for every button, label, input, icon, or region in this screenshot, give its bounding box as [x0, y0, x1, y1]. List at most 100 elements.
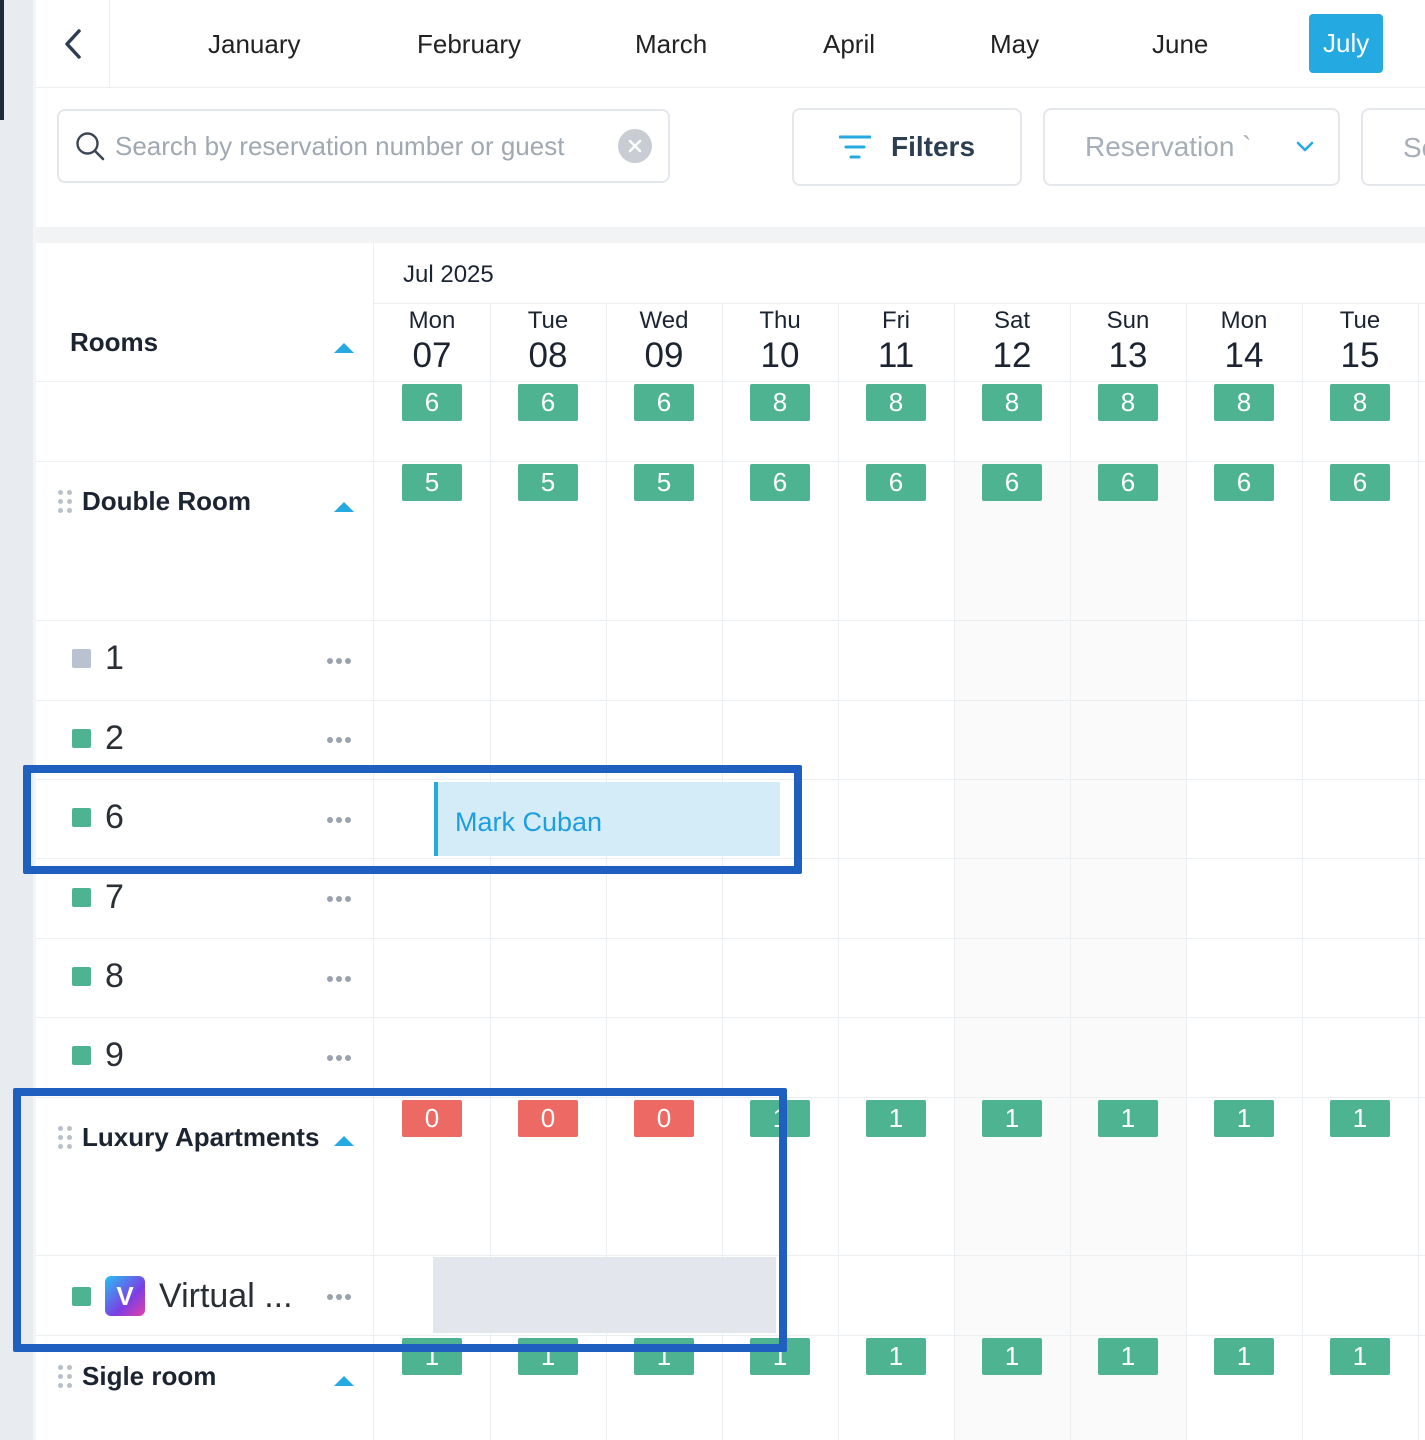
collapse-all-caret-icon[interactable] — [334, 343, 354, 353]
room-type-availability-badge: 1 — [1214, 1338, 1274, 1375]
room-row[interactable]: 7 — [72, 878, 124, 917]
room-type-availability-badge: 1 — [866, 1338, 926, 1375]
room-status-indicator — [72, 967, 91, 986]
day-divider — [1186, 303, 1187, 1440]
room-type-availability-badge: 1 — [982, 1100, 1042, 1137]
room-type-availability-badge: 1 — [1098, 1338, 1158, 1375]
month-tab-may[interactable]: May — [990, 26, 1039, 62]
row-divider — [36, 938, 1425, 939]
rooms-header: Rooms — [70, 327, 159, 357]
day-header: Tue 08 — [527, 307, 569, 375]
search-icon — [76, 132, 105, 161]
room-status-indicator — [72, 1046, 91, 1065]
total-availability-badge: 8 — [1098, 384, 1158, 421]
group-name: Double Room — [82, 486, 251, 516]
day-header: Fri 11 — [877, 307, 915, 375]
highlight-box-room-6 — [23, 765, 802, 874]
month-tab-june[interactable]: June — [1152, 26, 1208, 62]
room-type-availability-badge: 6 — [1330, 464, 1390, 501]
filters-label: Filters — [890, 131, 976, 162]
room-type-availability-badge: 6 — [866, 464, 926, 501]
day-divider — [1070, 303, 1071, 1440]
row-divider — [36, 381, 1425, 382]
day-header: Mon 14 — [1220, 307, 1268, 375]
day-header: Mon 07 — [408, 307, 456, 375]
more-options-icon[interactable] — [327, 894, 357, 904]
room-status-indicator — [72, 888, 91, 907]
room-type-availability-badge: 1 — [866, 1100, 926, 1137]
room-type-availability-badge: 6 — [750, 464, 810, 501]
day-header: Sat 12 — [992, 307, 1032, 375]
more-options-icon[interactable] — [327, 735, 357, 745]
group-header-sigle-room[interactable]: Sigle room — [58, 1361, 216, 1392]
total-availability-badge: 6 — [518, 384, 578, 421]
close-icon — [628, 139, 642, 153]
room-type-availability-badge: 6 — [1214, 464, 1274, 501]
room-type-availability-badge: 6 — [1098, 464, 1158, 501]
day-divider — [1302, 303, 1303, 1440]
filter-icon — [838, 135, 871, 159]
more-options-icon[interactable] — [327, 656, 357, 666]
room-type-availability-badge: 1 — [982, 1338, 1042, 1375]
day-divider — [1418, 303, 1419, 1440]
weekend-column-sat — [954, 461, 1070, 1440]
filters-button[interactable]: Filters — [792, 108, 1022, 186]
day-divider — [838, 303, 839, 1440]
room-number: 2 — [105, 719, 124, 757]
total-availability-badge: 6 — [402, 384, 462, 421]
more-options-icon[interactable] — [327, 1053, 357, 1063]
divider — [36, 227, 1425, 243]
row-divider — [36, 700, 1425, 701]
total-availability-badge: 8 — [982, 384, 1042, 421]
left-rail-shadow — [0, 0, 4, 120]
chevron-left-icon — [64, 29, 81, 59]
total-availability-badge: 8 — [1214, 384, 1274, 421]
room-type-availability-badge: 1 — [1214, 1100, 1274, 1137]
reservation-type-select[interactable]: Reservation ` — [1043, 108, 1340, 186]
room-row[interactable]: 8 — [72, 957, 124, 996]
room-type-availability-badge: 6 — [982, 464, 1042, 501]
room-row[interactable]: 9 — [72, 1036, 124, 1075]
search-box — [57, 109, 670, 183]
month-tab-april[interactable]: April — [823, 26, 875, 62]
month-tab-march[interactable]: March — [635, 26, 707, 62]
day-divider — [954, 303, 955, 1440]
month-tab-february[interactable]: February — [417, 26, 521, 62]
total-availability-badge: 8 — [866, 384, 926, 421]
total-availability-badge: 6 — [634, 384, 694, 421]
day-header: Thu 10 — [759, 307, 801, 375]
drag-handle-icon[interactable] — [58, 490, 72, 513]
row-divider — [36, 461, 1425, 462]
total-availability-badge: 8 — [1330, 384, 1390, 421]
room-number: 9 — [105, 1036, 124, 1074]
month-tab-july[interactable]: July — [1309, 14, 1384, 73]
day-header: Tue 15 — [1339, 307, 1381, 375]
room-row[interactable]: 1 — [72, 639, 124, 678]
search-input[interactable] — [115, 130, 618, 162]
secondary-select[interactable]: Sc — [1361, 108, 1425, 186]
group-name: Sigle room — [82, 1361, 217, 1391]
room-number: 7 — [105, 878, 124, 916]
clear-search-button[interactable] — [618, 129, 652, 163]
weekend-column-sun — [1070, 461, 1186, 1440]
day-header: Sun 13 — [1106, 307, 1150, 375]
total-availability-badge: 8 — [750, 384, 810, 421]
back-button[interactable] — [36, 0, 110, 88]
row-divider — [36, 1017, 1425, 1018]
month-year-label: Jul 2025 — [403, 261, 494, 288]
highlight-box-luxury-apartments — [13, 1088, 787, 1352]
more-options-icon[interactable] — [327, 974, 357, 984]
group-header-double-room[interactable]: Double Room — [58, 486, 251, 517]
room-status-indicator — [72, 649, 91, 668]
drag-handle-icon[interactable] — [58, 1365, 72, 1388]
month-tab-january[interactable]: January — [208, 26, 301, 62]
room-type-availability-badge: 1 — [1330, 1338, 1390, 1375]
room-row[interactable]: 2 — [72, 719, 124, 758]
row-divider — [36, 620, 1425, 621]
room-number: 8 — [105, 957, 124, 995]
collapse-caret-icon[interactable] — [334, 502, 354, 512]
row-divider — [374, 303, 1425, 304]
room-type-availability-badge: 5 — [634, 464, 694, 501]
collapse-caret-icon[interactable] — [334, 1376, 354, 1386]
month-navigation: January February March April May June Ju… — [36, 0, 1425, 88]
